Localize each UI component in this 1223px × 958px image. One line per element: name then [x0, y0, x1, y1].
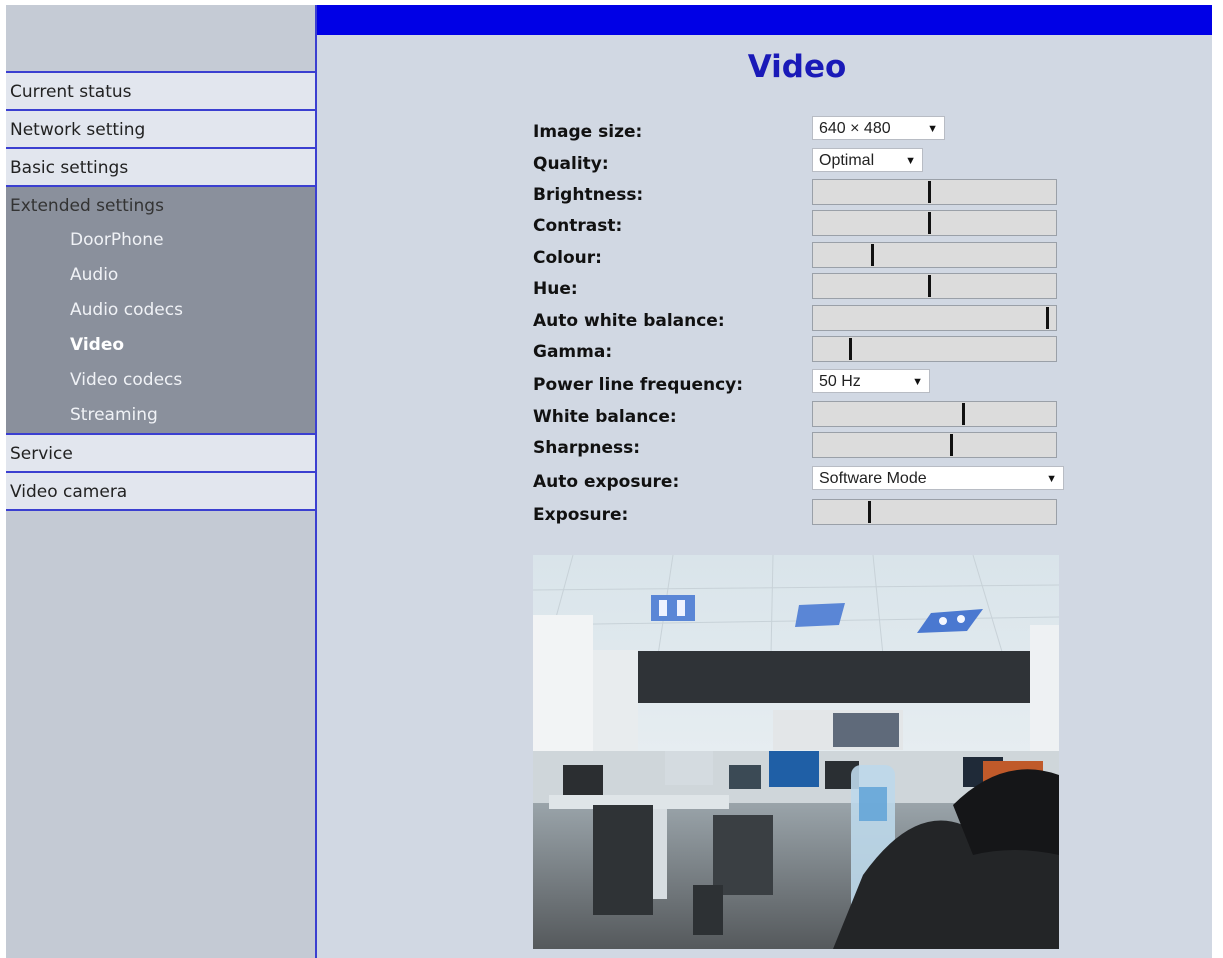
auto-white-balance-slider[interactable] — [812, 305, 1057, 331]
camera-preview-image — [533, 555, 1059, 949]
auto-white-balance-label: Auto white balance: — [533, 311, 725, 331]
sidebar: Current status Network setting Basic set… — [6, 5, 315, 958]
nav-item-network-setting[interactable]: Network setting — [6, 109, 315, 147]
slider-handle[interactable] — [1046, 307, 1049, 329]
quality-label: Quality: — [533, 154, 609, 174]
slider-handle[interactable] — [928, 212, 931, 234]
row-gamma: Gamma: — [533, 336, 1213, 367]
image-size-value: 640 × 480 — [819, 120, 891, 137]
slider-handle[interactable] — [950, 434, 953, 456]
row-colour: Colour: — [533, 242, 1213, 273]
main-panel: Video Image size: 640 × 480 ▼ Quality: O… — [317, 5, 1212, 958]
power-line-frequency-label: Power line frequency: — [533, 375, 744, 395]
sidebar-header — [6, 5, 315, 71]
nav-item-video-camera[interactable]: Video camera — [6, 471, 315, 509]
auto-exposure-select[interactable]: Software Mode ▼ — [812, 466, 1064, 490]
hue-slider[interactable] — [812, 273, 1057, 299]
colour-slider[interactable] — [812, 242, 1057, 268]
nav-subitem-streaming[interactable]: Streaming — [6, 398, 315, 433]
white-balance-slider[interactable] — [812, 401, 1057, 427]
dropdown-arrow-icon: ▼ — [905, 155, 916, 167]
nav-group-extended-settings: Extended settings DoorPhone Audio Audio … — [6, 185, 315, 433]
row-white-balance: White balance: — [533, 401, 1213, 432]
contrast-slider[interactable] — [812, 210, 1057, 236]
page-title: Video — [747, 49, 847, 85]
colour-label: Colour: — [533, 248, 602, 268]
quality-select[interactable]: Optimal ▼ — [812, 148, 923, 172]
exposure-label: Exposure: — [533, 505, 629, 525]
white-balance-label: White balance: — [533, 407, 677, 427]
top-bar — [317, 5, 1212, 35]
power-line-frequency-value: 50 Hz — [819, 373, 861, 390]
brightness-slider[interactable] — [812, 179, 1057, 205]
row-auto-white-balance: Auto white balance: — [533, 305, 1213, 336]
row-power-line-frequency: Power line frequency: 50 Hz ▼ — [533, 369, 1213, 400]
nav-subitem-audio[interactable]: Audio — [6, 258, 315, 293]
slider-handle[interactable] — [871, 244, 874, 266]
gamma-label: Gamma: — [533, 342, 613, 362]
gamma-slider[interactable] — [812, 336, 1057, 362]
row-brightness: Brightness: — [533, 179, 1213, 210]
row-exposure: Exposure: — [533, 499, 1213, 530]
auto-exposure-value: Software Mode — [819, 470, 927, 487]
hue-label: Hue: — [533, 279, 578, 299]
row-contrast: Contrast: — [533, 210, 1213, 241]
contrast-label: Contrast: — [533, 216, 623, 236]
row-image-size: Image size: 640 × 480 ▼ — [533, 116, 1213, 147]
slider-handle[interactable] — [868, 501, 871, 523]
image-size-select[interactable]: 640 × 480 ▼ — [812, 116, 945, 140]
nav-subitem-doorphone[interactable]: DoorPhone — [6, 223, 315, 258]
image-size-label: Image size: — [533, 122, 643, 142]
auto-exposure-label: Auto exposure: — [533, 472, 680, 492]
power-line-frequency-select[interactable]: 50 Hz ▼ — [812, 369, 930, 393]
nav-item-current-status[interactable]: Current status — [6, 71, 315, 109]
nav-item-extended-settings[interactable]: Extended settings — [6, 187, 315, 223]
row-quality: Quality: Optimal ▼ — [533, 148, 1213, 179]
row-hue: Hue: — [533, 273, 1213, 304]
exposure-slider[interactable] — [812, 499, 1057, 525]
dropdown-arrow-icon: ▼ — [1046, 473, 1057, 485]
slider-handle[interactable] — [928, 181, 931, 203]
nav-subitem-audio-codecs[interactable]: Audio codecs — [6, 293, 315, 328]
quality-value: Optimal — [819, 152, 875, 169]
row-auto-exposure: Auto exposure: Software Mode ▼ — [533, 466, 1213, 497]
row-sharpness: Sharpness: — [533, 432, 1213, 463]
camera-preview — [533, 555, 1059, 949]
sharpness-slider[interactable] — [812, 432, 1057, 458]
nav-subitem-video-codecs[interactable]: Video codecs — [6, 363, 315, 398]
nav-item-service[interactable]: Service — [6, 433, 315, 471]
slider-handle[interactable] — [849, 338, 852, 360]
brightness-label: Brightness: — [533, 185, 644, 205]
slider-handle[interactable] — [928, 275, 931, 297]
dropdown-arrow-icon: ▼ — [927, 123, 938, 135]
dropdown-arrow-icon: ▼ — [912, 376, 923, 388]
sharpness-label: Sharpness: — [533, 438, 641, 458]
nav-item-basic-settings[interactable]: Basic settings — [6, 147, 315, 185]
slider-handle[interactable] — [962, 403, 965, 425]
nav-subitem-video[interactable]: Video — [6, 328, 315, 363]
